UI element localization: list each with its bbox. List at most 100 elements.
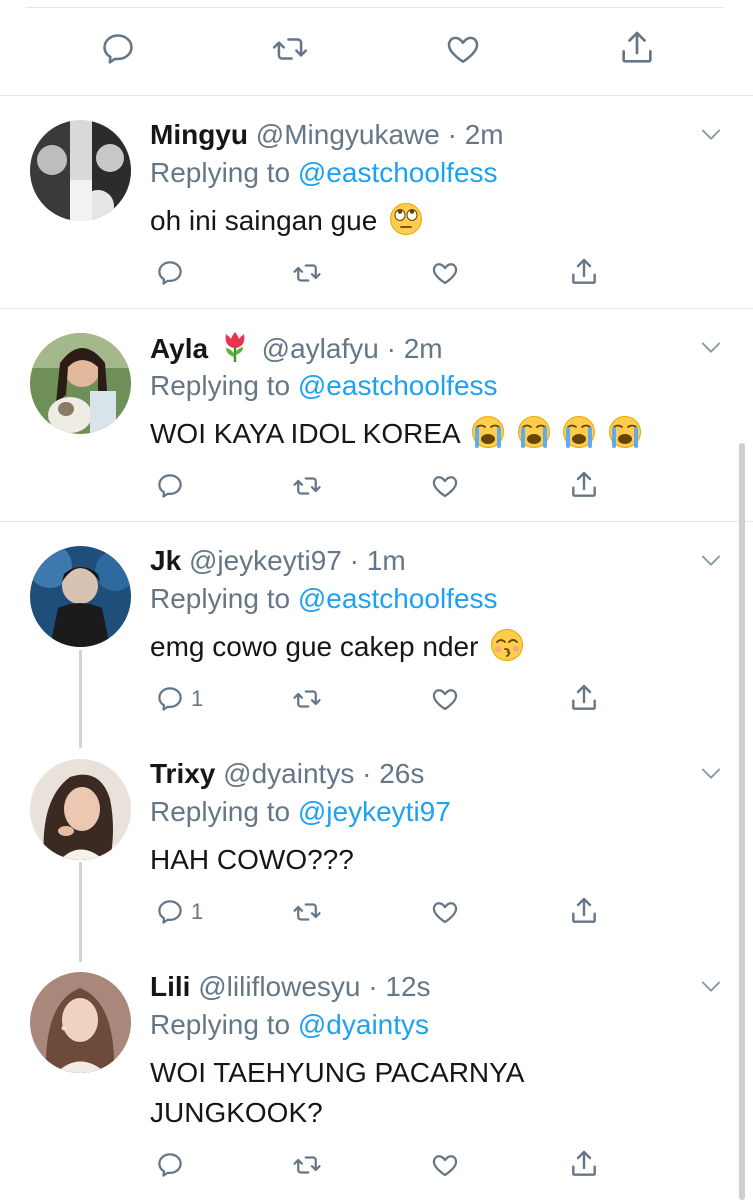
retweet-button[interactable]: [291, 258, 323, 288]
tweet-text: HAH COWO???: [150, 840, 670, 880]
user-handle[interactable]: @dyaintys: [223, 758, 354, 789]
user-handle[interactable]: @liliflowesyu: [198, 971, 360, 1002]
separator: ·: [368, 971, 378, 1002]
display-name[interactable]: Trixy: [150, 758, 215, 789]
replying-to: Replying to @eastchoolfess: [150, 156, 498, 190]
retweet-button[interactable]: [291, 1150, 323, 1180]
share-button[interactable]: [568, 1148, 600, 1180]
more-options-button[interactable]: [697, 972, 725, 1005]
replying-to: Replying to @dyaintys: [150, 1008, 429, 1042]
tweet-text-content: HAH COWO???: [150, 844, 354, 875]
reply-button[interactable]: 1: [155, 684, 203, 714]
timestamp[interactable]: 1m: [367, 545, 406, 576]
user-handle[interactable]: @jeykeyti97: [189, 545, 342, 576]
reply-count: 1: [191, 686, 204, 711]
like-button[interactable]: [429, 258, 461, 288]
avatar[interactable]: [30, 972, 131, 1073]
divider: [0, 95, 753, 96]
share-button[interactable]: [568, 682, 600, 714]
separator: ·: [349, 545, 359, 576]
display-name[interactable]: Jk: [150, 545, 181, 576]
reply-button[interactable]: [99, 30, 137, 68]
like-button[interactable]: [429, 471, 461, 501]
retweet-button[interactable]: [291, 897, 323, 927]
loudly-crying-face-icon: [609, 416, 642, 448]
retweet-icon: [293, 690, 321, 708]
retweet-button[interactable]: [291, 471, 323, 501]
share-button[interactable]: [617, 28, 657, 68]
more-options-button[interactable]: [697, 120, 725, 153]
avatar[interactable]: [30, 120, 131, 221]
chevron-down-icon: [701, 981, 721, 992]
retweet-icon: [272, 38, 308, 60]
tweet-trixy[interactable]: Trixy @dyaintys · 26s Replying to @jeyke…: [0, 757, 753, 957]
chevron-down-icon: [701, 342, 721, 353]
retweet-button[interactable]: [270, 30, 310, 68]
tweet-mingyu[interactable]: Mingyu @Mingyukawe · 2m Replying to @eas…: [0, 118, 753, 308]
like-button[interactable]: [443, 30, 483, 68]
share-icon: [572, 471, 596, 497]
reply-button[interactable]: [155, 471, 185, 501]
replying-to-label: Replying to: [150, 796, 291, 827]
display-name[interactable]: Mingyu: [150, 119, 248, 150]
face-with-rolling-eyes-icon: [390, 203, 423, 235]
display-name[interactable]: Ayla: [150, 333, 208, 364]
timestamp[interactable]: 12s: [385, 971, 430, 1002]
like-icon: [432, 902, 458, 924]
more-options-button[interactable]: [697, 333, 725, 366]
tweet-lili[interactable]: Lili @liliflowesyu · 12s Replying to @dy…: [0, 970, 753, 1200]
top-divider: [26, 7, 724, 8]
share-icon: [572, 684, 596, 710]
like-icon: [447, 36, 479, 63]
share-icon: [572, 258, 596, 284]
timestamp[interactable]: 2m: [465, 119, 504, 150]
avatar[interactable]: [30, 333, 131, 434]
share-button[interactable]: [568, 469, 600, 501]
replying-to-mention[interactable]: @eastchoolfess: [298, 157, 498, 188]
share-icon: [572, 1150, 596, 1176]
tweet-header: Ayla @aylafyu · 2m: [150, 331, 443, 366]
more-options-button[interactable]: [697, 546, 725, 579]
reply-button[interactable]: [155, 258, 185, 288]
reply-icon: [103, 34, 133, 64]
timestamp[interactable]: 2m: [404, 333, 443, 364]
share-button[interactable]: [568, 895, 600, 927]
replying-to-label: Replying to: [150, 157, 291, 188]
share-button[interactable]: [568, 256, 600, 288]
retweet-button[interactable]: [291, 684, 323, 714]
avatar[interactable]: [30, 546, 131, 647]
replying-to-mention[interactable]: @jeykeyti97: [298, 796, 451, 827]
scrollbar[interactable]: [739, 443, 745, 1200]
like-button[interactable]: [429, 684, 461, 714]
reply-count: 1: [191, 899, 204, 924]
timestamp[interactable]: 26s: [379, 758, 424, 789]
share-icon: [572, 897, 596, 923]
tweet-text: WOI KAYA IDOL KOREA: [150, 414, 710, 454]
like-icon: [432, 1155, 458, 1177]
loudly-crying-face-icon: [517, 416, 550, 448]
replying-to: Replying to @jeykeyti97: [150, 795, 451, 829]
like-button[interactable]: [429, 1150, 461, 1180]
tweet-header: Trixy @dyaintys · 26s: [150, 757, 424, 791]
tweet-jk[interactable]: Jk @jeykeyti97 · 1m Replying to @eastcho…: [0, 544, 753, 744]
reply-button[interactable]: 1: [155, 897, 203, 927]
avatar-image: [30, 972, 131, 1073]
replying-to-mention[interactable]: @eastchoolfess: [298, 583, 498, 614]
reply-button[interactable]: [155, 1150, 185, 1180]
more-options-button[interactable]: [697, 759, 725, 792]
user-handle[interactable]: @aylafyu: [262, 333, 379, 364]
replying-to-mention[interactable]: @eastchoolfess: [298, 370, 498, 401]
tweet-ayla[interactable]: Ayla @aylafyu · 2m Replying to @eastchoo…: [0, 331, 753, 521]
kissing-face-with-closed-eyes-icon: [491, 629, 524, 661]
separator: ·: [447, 119, 457, 150]
like-button[interactable]: [429, 897, 461, 927]
tweet-text: WOI TAEHYUNG PACARNYA JUNGKOOK?: [150, 1053, 570, 1133]
replying-to-mention[interactable]: @dyaintys: [298, 1009, 429, 1040]
avatar[interactable]: [30, 759, 131, 860]
separator: ·: [362, 758, 372, 789]
tweet-text: oh ini saingan gue: [150, 201, 670, 241]
retweet-icon: [293, 903, 321, 921]
user-handle[interactable]: @Mingyukawe: [256, 119, 440, 150]
replying-to-label: Replying to: [150, 583, 291, 614]
display-name[interactable]: Lili: [150, 971, 190, 1002]
